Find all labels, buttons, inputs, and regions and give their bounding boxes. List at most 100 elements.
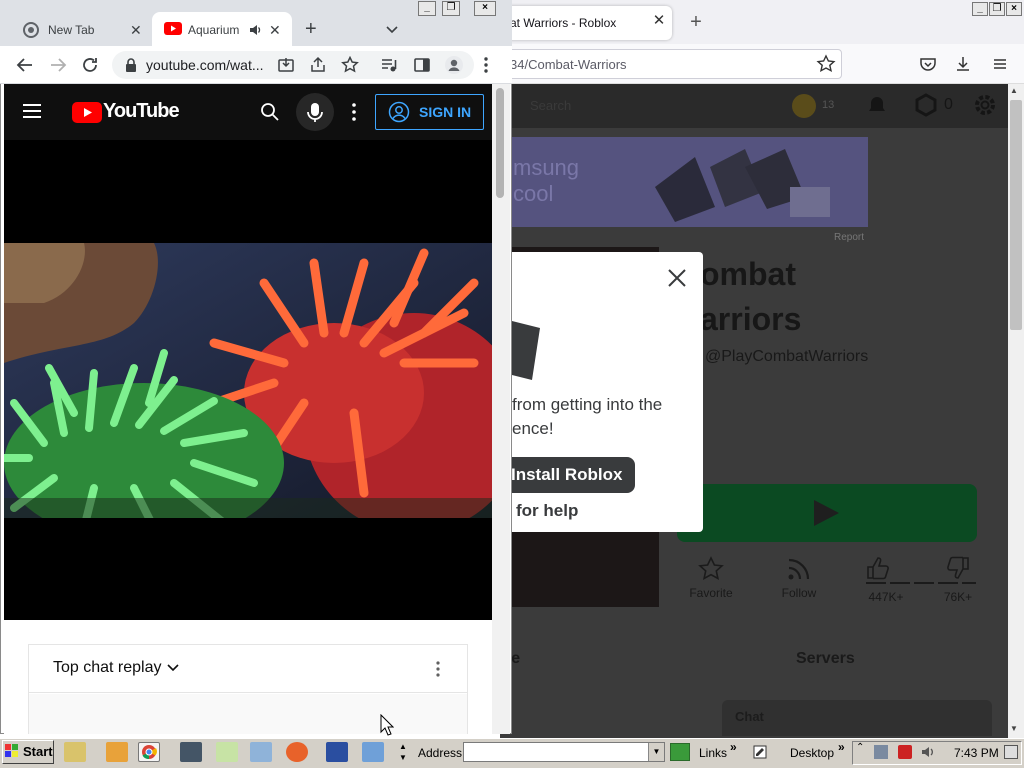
terminal-icon[interactable] <box>180 742 202 762</box>
address-toolbar-input[interactable] <box>463 742 665 762</box>
new-tab-icon[interactable]: + <box>305 18 317 41</box>
network-tray-icon[interactable] <box>874 745 888 759</box>
play-button[interactable] <box>677 484 977 542</box>
address-dropdown-icon[interactable]: ▼ <box>648 743 664 761</box>
mouse-cursor-icon <box>380 714 394 736</box>
game-creator-link[interactable]: @PlayCombatWarriors <box>705 348 868 366</box>
url-text: youtube.com/wat... <box>146 57 264 73</box>
disk-icon[interactable] <box>250 742 272 762</box>
media-control-icon[interactable] <box>380 56 398 74</box>
profile-avatar-icon[interactable] <box>444 55 464 75</box>
close-icon[interactable]: ✕ <box>650 12 668 30</box>
lock-icon[interactable] <box>124 57 138 73</box>
bookmark-star-icon[interactable] <box>341 56 359 74</box>
powershell-icon[interactable] <box>326 742 348 762</box>
install-roblox-button[interactable]: Install Roblox <box>500 457 635 493</box>
youtube-logo-icon[interactable] <box>72 102 102 123</box>
chat-mode-dropdown[interactable]: Top chat replay <box>53 659 162 677</box>
chevron-right-icon[interactable]: » <box>730 740 737 754</box>
restore-button[interactable]: ❐ <box>442 1 460 16</box>
follow-label[interactable]: Follow <box>775 586 823 600</box>
hamburger-menu-icon[interactable] <box>990 54 1010 74</box>
window-close-button[interactable]: × <box>1006 2 1022 16</box>
help-link[interactable]: for help <box>516 501 578 521</box>
chat-messages-area <box>29 694 467 734</box>
close-icon[interactable]: ✕ <box>130 22 142 39</box>
chevron-down-icon[interactable] <box>166 662 180 674</box>
security-alert-icon[interactable] <box>898 745 912 759</box>
chat-menu-kebab-icon[interactable] <box>432 660 444 678</box>
remote-desktop-icon[interactable] <box>362 742 384 762</box>
network-icon[interactable] <box>216 742 238 762</box>
svg-text:msung: msung <box>513 155 579 180</box>
video-frame-aquarium[interactable] <box>4 243 492 518</box>
minimize-button[interactable]: _ <box>418 1 436 16</box>
firefox-taskbar-icon[interactable] <box>286 742 308 762</box>
youtube-logo-text[interactable]: YouTube <box>103 100 180 123</box>
notification-bell-icon[interactable] <box>866 94 888 116</box>
favorite-label[interactable]: Favorite <box>685 586 737 600</box>
settings-gear-icon[interactable] <box>972 92 998 118</box>
chrome-taskbar-icon[interactable] <box>138 742 160 762</box>
window-close-button[interactable]: × <box>474 1 496 16</box>
go-button-icon[interactable] <box>670 743 690 761</box>
pocket-icon[interactable] <box>918 54 938 74</box>
firefox-url-text: 34/Combat-Warriors <box>510 57 627 72</box>
robux-icon[interactable] <box>914 93 938 117</box>
hamburger-menu-icon[interactable] <box>22 102 42 120</box>
thumbs-down-icon[interactable] <box>945 555 971 581</box>
reload-icon[interactable] <box>81 56 99 74</box>
firefox-scrollbar-thumb[interactable] <box>1010 100 1022 330</box>
back-arrow-icon[interactable] <box>16 56 34 74</box>
tab-label-new-tab[interactable]: New Tab <box>48 23 94 37</box>
tab-search-chevron-icon[interactable] <box>384 21 400 37</box>
account-circle-icon <box>388 101 410 123</box>
start-label: Start <box>23 744 53 759</box>
dislikes-count: 76K+ <box>943 590 973 604</box>
voice-search-button[interactable] <box>296 93 334 131</box>
chevron-right-icon[interactable]: » <box>838 740 845 754</box>
desktop-toolbar-label[interactable]: Desktop <box>790 746 834 760</box>
search-icon[interactable] <box>260 102 280 122</box>
notepad-icon[interactable] <box>752 744 768 760</box>
avatar[interactable] <box>792 94 816 118</box>
forward-arrow-icon[interactable] <box>49 56 67 74</box>
bookmark-star-icon[interactable] <box>816 54 836 74</box>
chrome-tab-new-tab[interactable] <box>22 21 40 39</box>
modal-message-line1: from getting into the <box>512 395 663 414</box>
report-link[interactable]: Report <box>834 232 864 243</box>
close-icon[interactable] <box>666 267 688 289</box>
show-desktop-icon[interactable] <box>1004 745 1018 759</box>
links-toolbar-label[interactable]: Links <box>699 746 727 760</box>
new-tab-icon[interactable]: + <box>686 12 706 32</box>
install-app-icon[interactable] <box>277 56 295 74</box>
svg-text:cool: cool <box>513 181 553 206</box>
share-icon[interactable] <box>309 56 327 74</box>
side-panel-icon[interactable] <box>413 56 431 74</box>
explorer-folder-icon[interactable] <box>64 742 86 762</box>
roblox-age-label: 13 <box>822 99 835 111</box>
volume-icon[interactable] <box>920 744 936 760</box>
close-icon[interactable]: ✕ <box>269 22 281 39</box>
scroll-down-arrow-icon[interactable]: ▼ <box>1010 724 1018 733</box>
tray-expand-icon[interactable]: ⌃ <box>856 742 864 753</box>
restore-button[interactable]: ❐ <box>989 2 1005 16</box>
tab-servers[interactable]: Servers <box>796 650 855 668</box>
taskbar-scroll-arrows-icon[interactable]: ▲ ▼ <box>396 741 410 763</box>
favorite-star-icon[interactable] <box>697 556 725 582</box>
tab-label-aquarium[interactable]: Aquarium <box>188 23 240 37</box>
chat-label: Chat <box>735 709 764 724</box>
follow-rss-icon[interactable] <box>786 556 812 582</box>
settings-kebab-icon[interactable] <box>346 102 362 122</box>
roblox-search-input[interactable]: Search <box>530 98 571 113</box>
minimize-button[interactable]: _ <box>972 2 988 16</box>
chrome-menu-kebab-icon[interactable] <box>478 56 494 74</box>
thumbs-up-icon[interactable] <box>865 555 891 581</box>
advertisement-banner[interactable]: msung cool <box>505 137 868 227</box>
downloads-icon[interactable] <box>953 54 973 74</box>
chrome-scrollbar-thumb[interactable] <box>496 88 504 198</box>
scroll-up-arrow-icon[interactable]: ▲ <box>1010 86 1018 95</box>
game-title-line1: ombat <box>700 256 796 292</box>
media-player-icon[interactable] <box>106 742 128 762</box>
speaker-audio-icon[interactable] <box>248 23 262 37</box>
